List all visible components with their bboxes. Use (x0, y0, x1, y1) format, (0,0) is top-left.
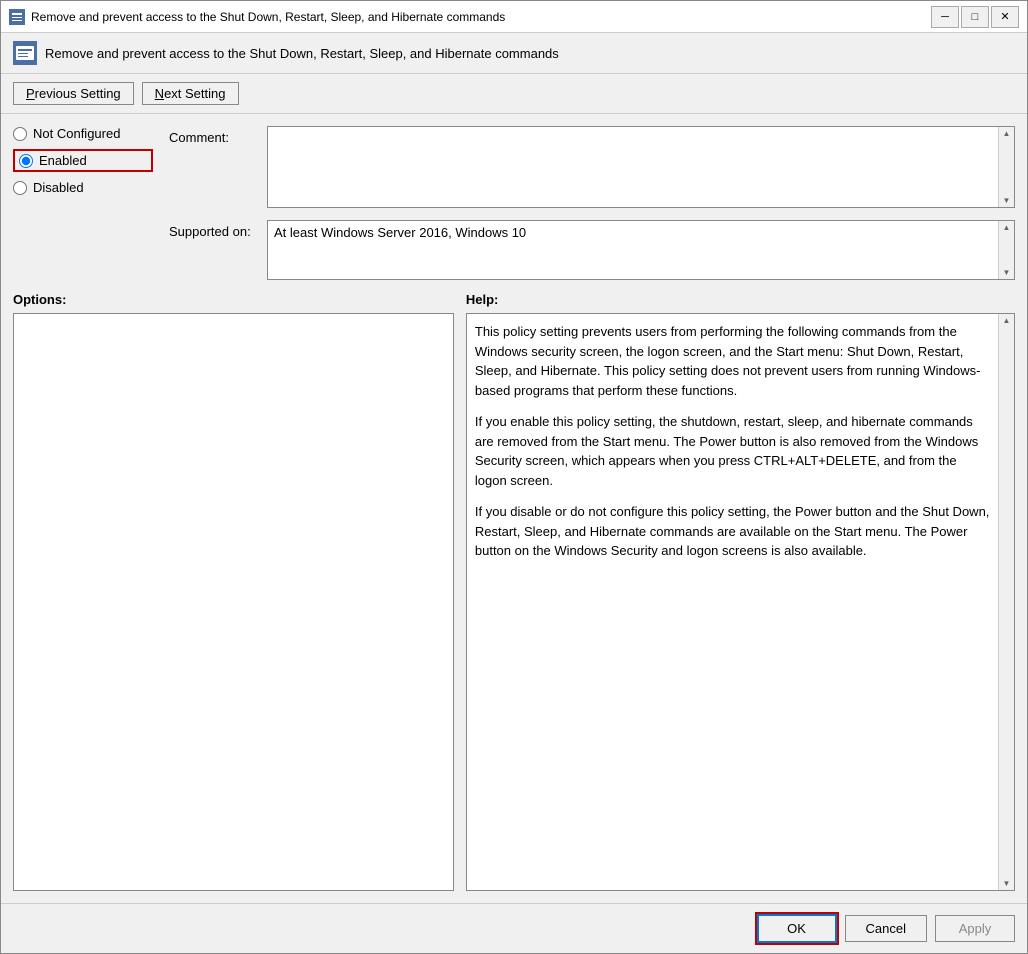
cancel-button[interactable]: Cancel (845, 915, 927, 942)
apply-button[interactable]: Apply (935, 915, 1015, 942)
supported-row: Supported on: At least Windows Server 20… (169, 220, 1015, 280)
scroll-down-arrow2: ▼ (1003, 268, 1011, 277)
comment-textarea[interactable] (268, 127, 998, 207)
help-para-2: If you enable this policy setting, the s… (475, 412, 990, 490)
enabled-radio[interactable] (19, 154, 33, 168)
comment-textarea-wrapper: ▲ ▼ (267, 126, 1015, 208)
not-configured-radio[interactable] (13, 127, 27, 141)
next-setting-button[interactable]: Next Setting (142, 82, 239, 105)
disabled-label[interactable]: Disabled (33, 180, 84, 195)
comment-label: Comment: (169, 126, 259, 145)
options-label: Options: (13, 292, 454, 307)
nav-section: Previous Setting Next Setting (1, 74, 1027, 114)
window-icon (9, 9, 25, 25)
header-title: Remove and prevent access to the Shut Do… (45, 46, 559, 61)
previous-setting-label: Previous Setting (26, 86, 121, 101)
scroll-up-arrow2: ▲ (1003, 223, 1011, 232)
options-panel: Options: (13, 292, 454, 891)
maximize-button[interactable]: □ (961, 6, 989, 28)
options-box (13, 313, 454, 891)
main-panels: Options: Help: This policy setting preve… (13, 292, 1015, 891)
enabled-label[interactable]: Enabled (39, 153, 87, 168)
disabled-option[interactable]: Disabled (13, 180, 153, 195)
supported-label: Supported on: (169, 220, 259, 239)
header-section: Remove and prevent access to the Shut Do… (1, 33, 1027, 74)
scroll-up-arrow: ▲ (1003, 129, 1011, 138)
enabled-option[interactable]: Enabled (13, 149, 153, 172)
content-area: Not Configured Enabled Disabled Comment: (1, 114, 1027, 903)
not-configured-label[interactable]: Not Configured (33, 126, 120, 141)
fields-section: Comment: ▲ ▼ Supported on: At least Wind… (169, 126, 1015, 280)
close-button[interactable]: ✕ (991, 6, 1019, 28)
help-panel: Help: This policy setting prevents users… (466, 292, 1015, 891)
options-content (14, 314, 453, 890)
next-setting-label: Next Setting (155, 86, 226, 101)
title-bar: Remove and prevent access to the Shut Do… (1, 1, 1027, 33)
policy-icon (13, 41, 37, 65)
help-scroll-up: ▲ (1003, 316, 1011, 325)
top-section: Not Configured Enabled Disabled Comment: (13, 126, 1015, 280)
disabled-radio[interactable] (13, 181, 27, 195)
help-box: This policy setting prevents users from … (466, 313, 1015, 891)
ok-button[interactable]: OK (757, 914, 837, 943)
window-controls: ─ □ ✕ (931, 6, 1019, 28)
previous-setting-button[interactable]: Previous Setting (13, 82, 134, 105)
comment-scrollbar: ▲ ▼ (998, 127, 1014, 207)
supported-scrollbar: ▲ ▼ (998, 221, 1014, 279)
help-label: Help: (466, 292, 1015, 307)
comment-row: Comment: ▲ ▼ (169, 126, 1015, 208)
supported-wrapper: At least Windows Server 2016, Windows 10… (267, 220, 1015, 280)
help-para-3: If you disable or do not configure this … (475, 502, 990, 561)
footer: OK Cancel Apply (1, 903, 1027, 953)
help-scroll-down: ▼ (1003, 879, 1011, 888)
scroll-down-arrow: ▼ (1003, 196, 1011, 205)
help-para-1: This policy setting prevents users from … (475, 322, 990, 400)
minimize-button[interactable]: ─ (931, 6, 959, 28)
help-scrollbar: ▲ ▼ (998, 314, 1014, 890)
supported-value: At least Windows Server 2016, Windows 10 (268, 221, 998, 279)
not-configured-option[interactable]: Not Configured (13, 126, 153, 141)
radio-group: Not Configured Enabled Disabled (13, 126, 153, 280)
help-content: This policy setting prevents users from … (467, 314, 998, 890)
main-window: Remove and prevent access to the Shut Do… (0, 0, 1028, 954)
window-title: Remove and prevent access to the Shut Do… (31, 10, 931, 24)
